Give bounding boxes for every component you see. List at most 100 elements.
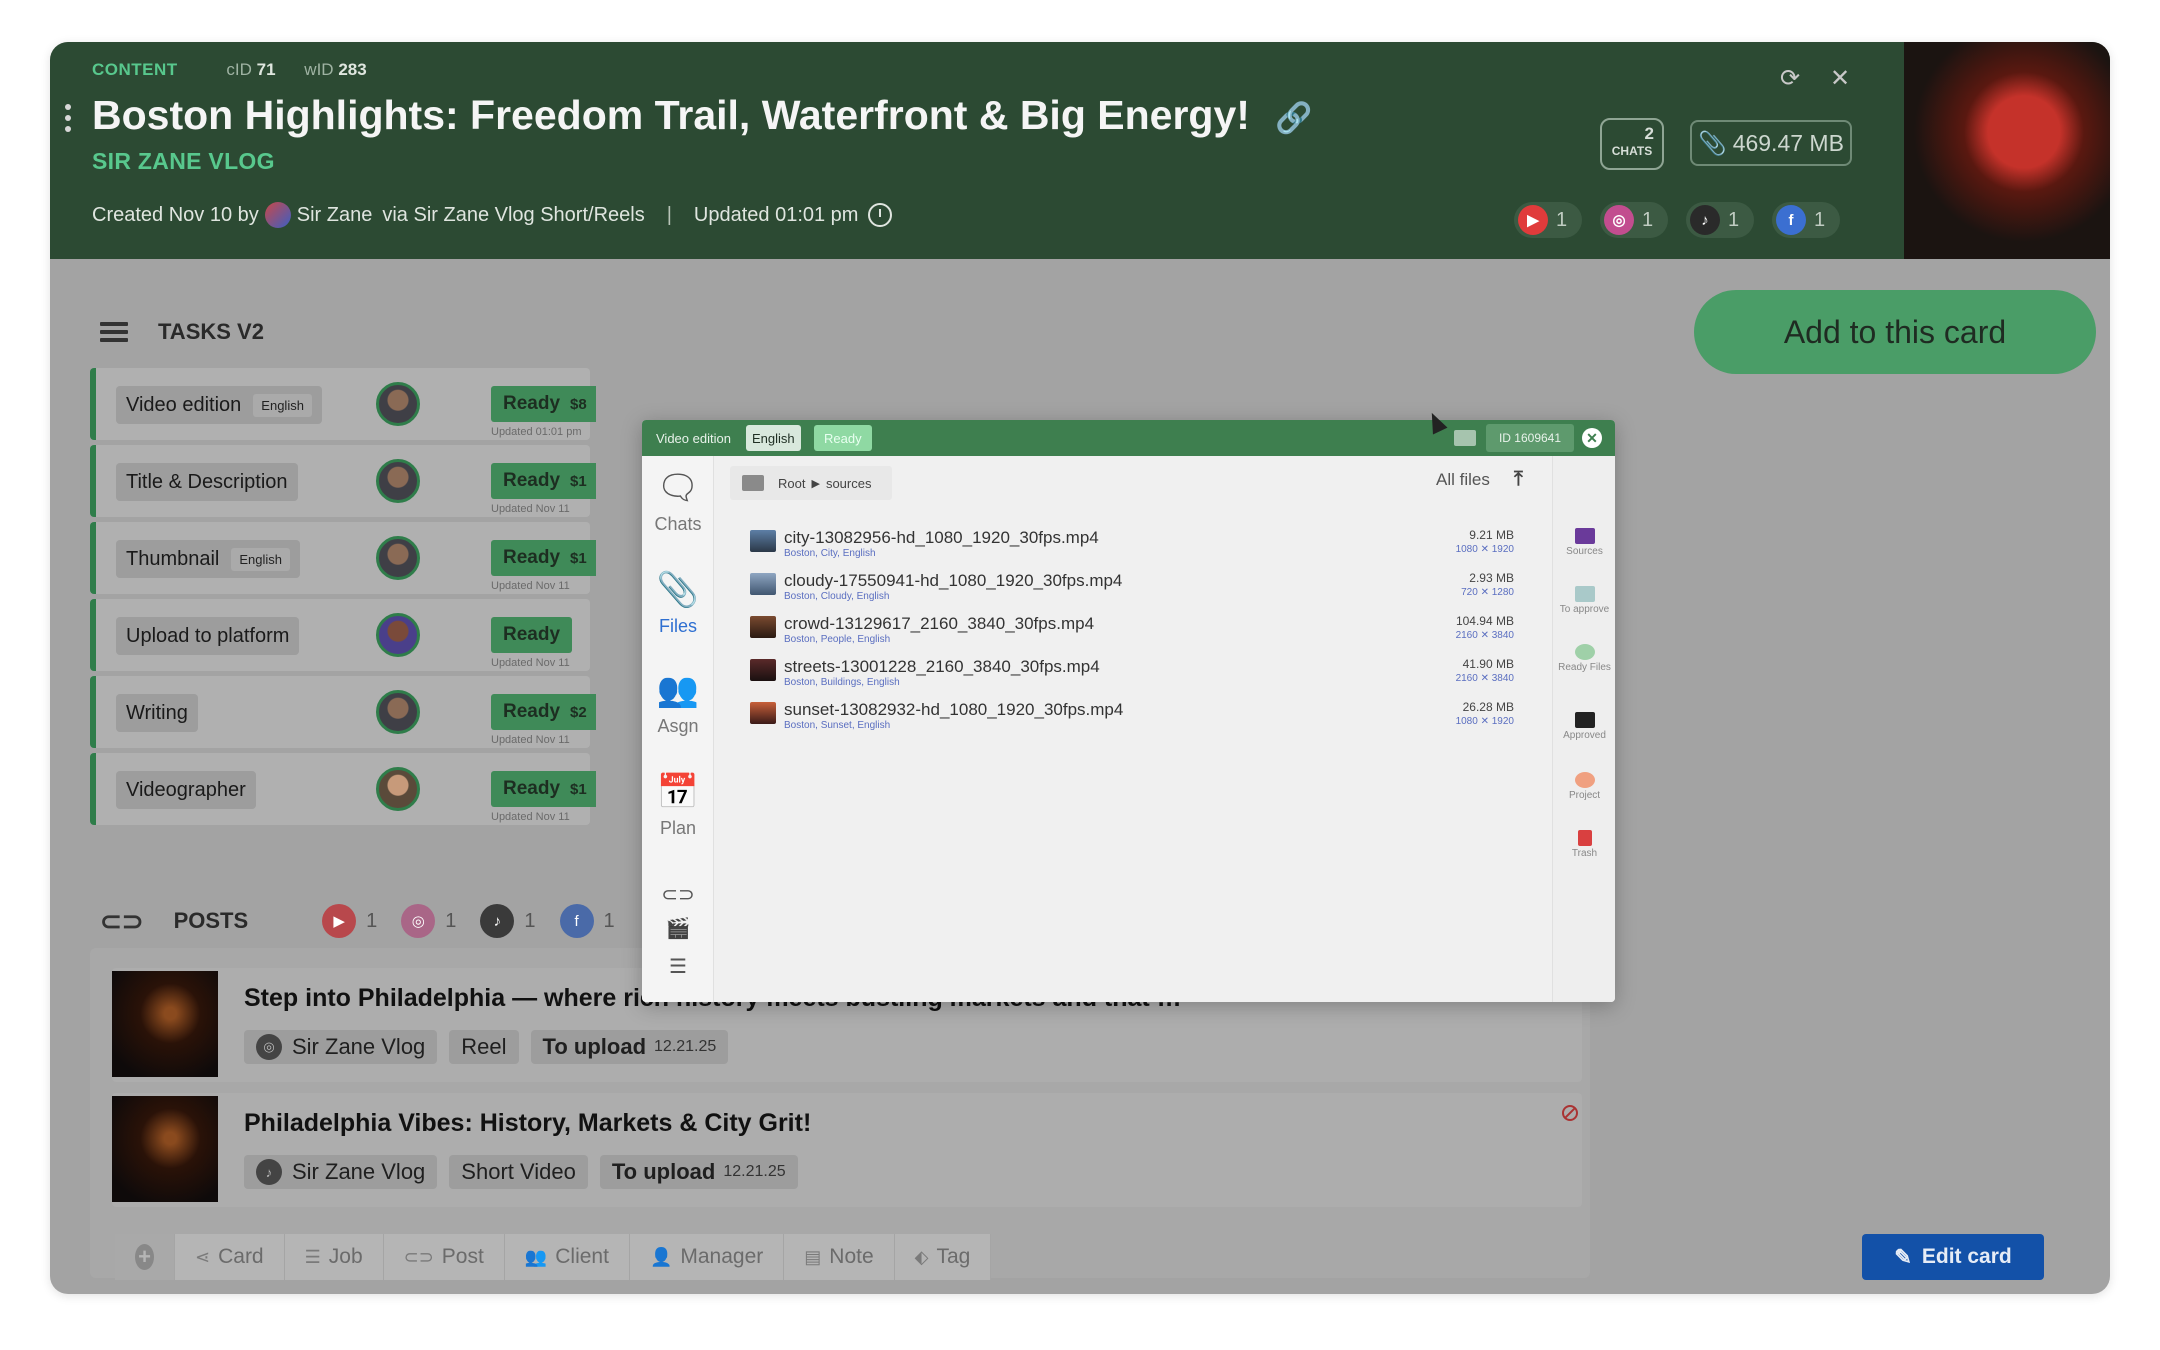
- assignee-avatar[interactable]: [376, 613, 420, 657]
- instagram-count-value: 1: [1642, 208, 1654, 231]
- file-resolution: 2160 ✕ 3840: [1455, 673, 1514, 684]
- task-name: Video edition English: [116, 386, 322, 424]
- tab-assign[interactable]: 👥 Asgn: [642, 670, 714, 737]
- assignee-avatar[interactable]: [376, 767, 420, 811]
- posts-instagram[interactable]: ◎ 1: [401, 904, 456, 938]
- toolbar-manager-label: Manager: [680, 1245, 764, 1268]
- add-button[interactable]: +: [115, 1234, 175, 1280]
- task-status[interactable]: Ready: [491, 540, 573, 576]
- paperclip-icon: 📎: [656, 571, 700, 609]
- tab-plan[interactable]: 📅 Plan: [642, 772, 714, 839]
- posts-tiktok[interactable]: ♪ 1: [480, 904, 536, 938]
- close-icon[interactable]: ✕: [1582, 428, 1602, 448]
- channel-name[interactable]: SIR ZANE VLOG: [92, 148, 275, 175]
- file-row[interactable]: streets-13001228_2160_3840_30fps.mp4 Bos…: [750, 655, 1530, 695]
- chats-badge[interactable]: 2 CHATS: [1600, 118, 1664, 170]
- file-resolution: 720 ✕ 1280: [1461, 587, 1514, 598]
- image-icon: [1574, 586, 1595, 602]
- task-status[interactable]: Ready: [491, 463, 573, 499]
- files-filter[interactable]: All files: [1436, 470, 1490, 490]
- breadcrumb-root[interactable]: Root: [778, 476, 805, 491]
- file-name: sunset-13082932-hd_1080_1920_30fps.mp4: [784, 700, 1124, 719]
- category-sources[interactable]: Sources: [1553, 528, 1615, 557]
- list-icon: [100, 318, 128, 346]
- upload-icon[interactable]: ⤒: [1514, 468, 1523, 491]
- posts-tiktok-count: 1: [524, 909, 536, 932]
- instagram-count[interactable]: ◎ 1: [1600, 202, 1668, 238]
- card-cover-image: [1904, 42, 2110, 259]
- task-row[interactable]: Writing Ready $2 Updated Nov 11: [90, 676, 596, 748]
- toolbar-note[interactable]: ▤ Note: [784, 1234, 895, 1280]
- file-resolution: 1080 ✕ 1920: [1455, 716, 1514, 727]
- modal-status[interactable]: Ready: [814, 425, 872, 451]
- task-lang: English: [231, 547, 291, 571]
- task-updated: Updated Nov 11: [491, 580, 570, 592]
- tiktok-count-value: 1: [1728, 208, 1740, 231]
- posts-youtube[interactable]: ▶ 1: [322, 904, 377, 938]
- facebook-count[interactable]: f1: [1772, 202, 1840, 238]
- category-approved[interactable]: Approved: [1553, 712, 1615, 741]
- toolbar-tag[interactable]: ⬖ Tag: [894, 1234, 992, 1280]
- edit-card-button[interactable]: ✎ Edit card: [1862, 1234, 2044, 1280]
- toolbar-card[interactable]: ⋖ Card: [175, 1234, 285, 1280]
- toolbar-client[interactable]: 👥 Client: [504, 1234, 630, 1280]
- task-row[interactable]: Title & Description Ready $1 Updated Nov…: [90, 445, 596, 517]
- assignee-avatar[interactable]: [376, 459, 420, 503]
- category-trash[interactable]: Trash: [1553, 830, 1615, 859]
- tab-files[interactable]: 📎 Files: [642, 570, 714, 637]
- blocked-icon[interactable]: [1562, 1105, 1578, 1121]
- assignee-avatar[interactable]: [376, 382, 420, 426]
- post-account-name: Sir Zane Vlog: [292, 1034, 426, 1059]
- post-meta: ◎ Sir Zane Vlog Reel To upload 12.21.25: [244, 1030, 729, 1064]
- filter-icon[interactable]: ☰: [642, 954, 714, 979]
- app-window: CONTENT cID 71 wID 283 Boston Highlights…: [50, 42, 2110, 1294]
- breadcrumb-sources[interactable]: sources: [826, 476, 872, 491]
- tab-files-label: Files: [658, 616, 697, 636]
- close-icon[interactable]: ✕: [1822, 60, 1858, 96]
- file-row[interactable]: cloudy-17550941-hd_1080_1920_30fps.mp4 B…: [750, 569, 1530, 609]
- chat-icon: 🗨: [656, 469, 700, 507]
- file-size: 9.21 MB: [1469, 528, 1514, 542]
- tab-chats[interactable]: 🗨 Chats: [642, 468, 714, 535]
- toolbar-post[interactable]: ⊂⊃ Post: [383, 1234, 505, 1280]
- category-sources-label: Sources: [1566, 546, 1603, 557]
- task-row[interactable]: Video edition English Ready $8 Updated 01…: [90, 368, 596, 440]
- file-row[interactable]: crowd-13129617_2160_3840_30fps.mp4 Bosto…: [750, 612, 1530, 652]
- task-status[interactable]: Ready: [491, 694, 573, 730]
- add-to-card-button[interactable]: Add to this card: [1694, 290, 2096, 374]
- task-name: Title & Description: [116, 463, 298, 501]
- youtube-count[interactable]: ▶ 1: [1514, 202, 1582, 238]
- task-row[interactable]: Upload to platform Ready Updated Nov 11: [90, 599, 590, 671]
- task-status[interactable]: Ready: [491, 617, 573, 653]
- task-status[interactable]: Ready: [491, 386, 573, 422]
- post-status: To upload 12.21.25: [599, 1155, 798, 1189]
- attachments-size[interactable]: 📎 469.47 MB: [1690, 120, 1852, 166]
- folder-icon[interactable]: [1454, 430, 1476, 446]
- link-icon[interactable]: 🔗: [1275, 101, 1312, 136]
- link-icon[interactable]: ⊂⊃: [642, 882, 714, 907]
- tag-icon: ⬖: [914, 1246, 929, 1267]
- creator-name[interactable]: Sir Zane: [297, 204, 373, 227]
- more-menu-icon[interactable]: [65, 104, 73, 137]
- task-row[interactable]: Thumbnail English Ready $1 Updated Nov 11: [90, 522, 596, 594]
- task-name: Videographer: [116, 771, 256, 809]
- assignee-avatar[interactable]: [376, 536, 420, 580]
- file-row[interactable]: city-13082956-hd_1080_1920_30fps.mp4 Bos…: [750, 526, 1530, 566]
- clapper-icon[interactable]: 🎬: [642, 916, 714, 941]
- task-status[interactable]: Ready: [491, 771, 573, 807]
- toolbar-manager[interactable]: 👤 Manager: [629, 1234, 785, 1280]
- tiktok-count[interactable]: ♪ 1: [1686, 202, 1754, 238]
- category-to-approve[interactable]: To approve: [1553, 586, 1615, 615]
- folder-icon: [1574, 528, 1595, 544]
- refresh-icon[interactable]: ⟳: [1772, 60, 1808, 96]
- post-item[interactable]: Philadelphia Vibes: History, Markets & C…: [112, 1093, 1582, 1207]
- category-project[interactable]: Project: [1553, 772, 1615, 801]
- category-ready-files[interactable]: Ready Files: [1553, 644, 1615, 673]
- assignee-avatar[interactable]: [376, 690, 420, 734]
- section-label: CONTENT: [92, 60, 178, 79]
- toolbar-job[interactable]: ☰ Job: [284, 1234, 384, 1280]
- history-icon[interactable]: [868, 203, 893, 227]
- file-row[interactable]: sunset-13082932-hd_1080_1920_30fps.mp4 B…: [750, 698, 1530, 738]
- task-row[interactable]: Videographer Ready $1 Updated Nov 11: [90, 753, 596, 825]
- posts-facebook[interactable]: f1: [559, 904, 615, 938]
